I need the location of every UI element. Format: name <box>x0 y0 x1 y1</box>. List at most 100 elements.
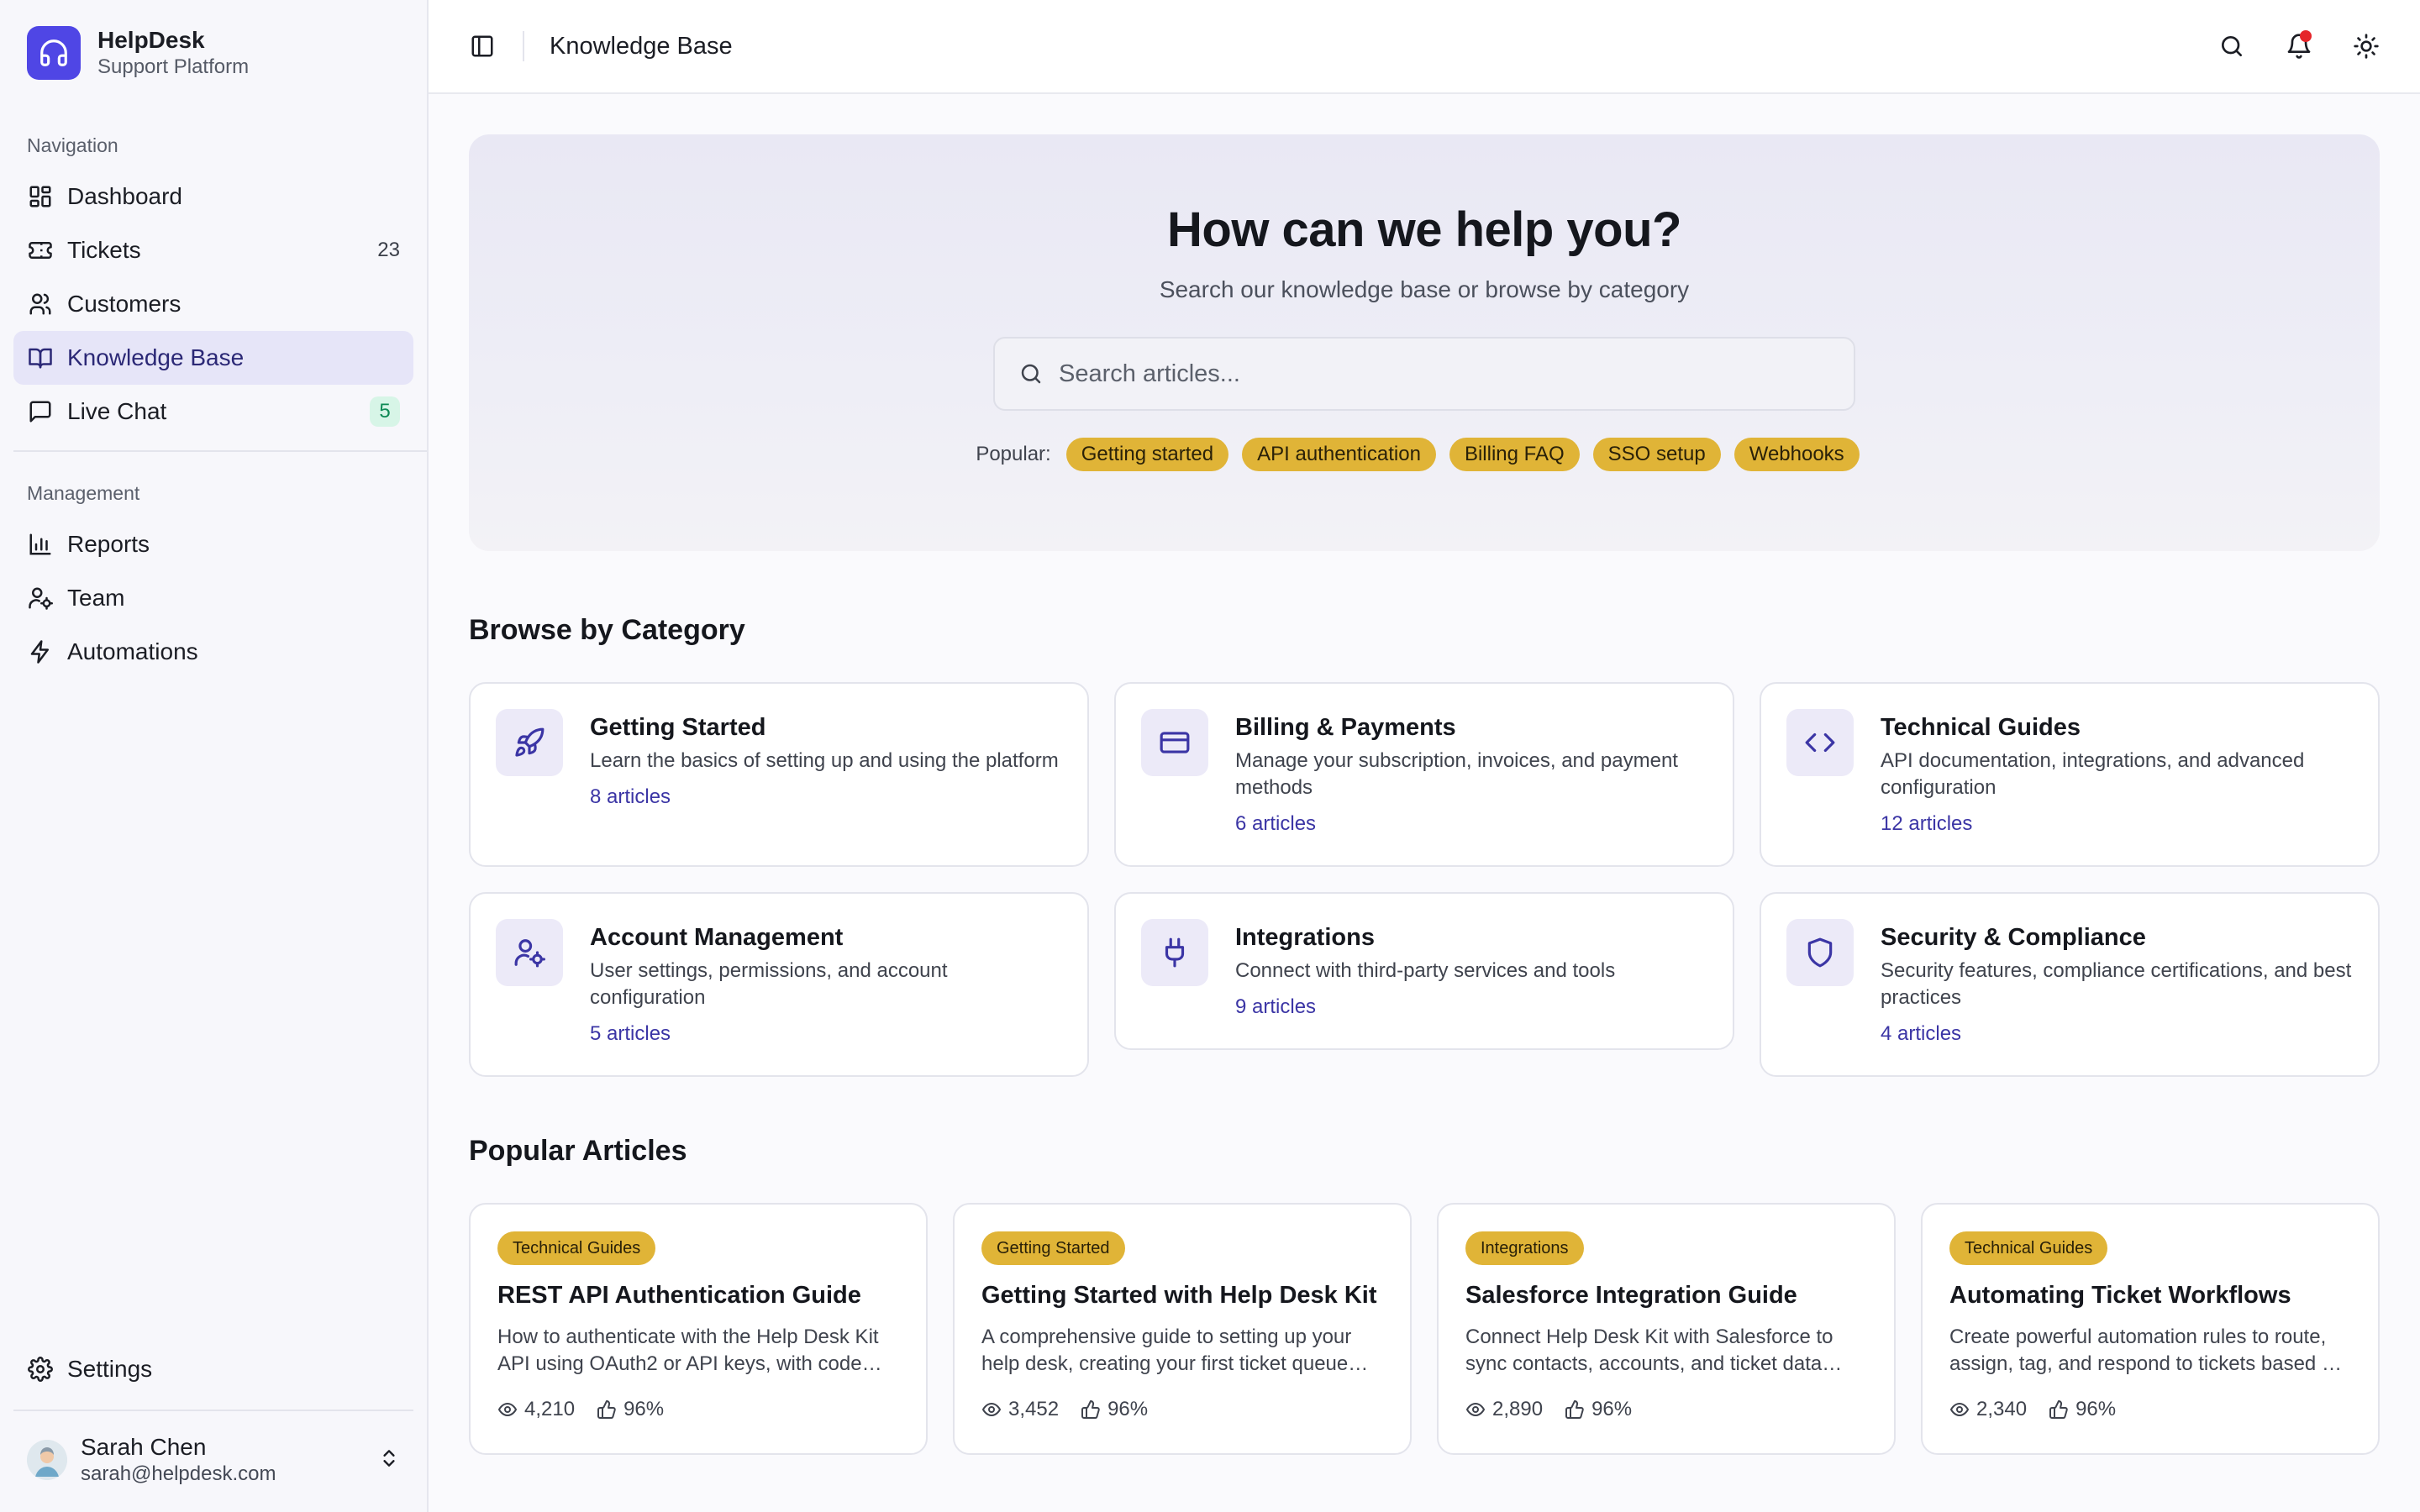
sidebar-item-dashboard[interactable]: Dashboard <box>13 170 413 223</box>
search-field[interactable] <box>993 337 1855 411</box>
user-settings-icon <box>27 585 54 612</box>
sidebar-item-settings[interactable]: Settings <box>13 1342 413 1396</box>
popular-chip[interactable]: SSO setup <box>1592 438 1721 471</box>
popular-chip[interactable]: Getting started <box>1065 438 1229 471</box>
users-icon <box>27 291 54 318</box>
thumbs-up-icon <box>597 1399 616 1419</box>
eye-icon <box>497 1402 518 1417</box>
sidebar-item-label: Knowledge Base <box>67 344 245 370</box>
lightning-icon <box>27 638 54 665</box>
notifications-button[interactable] <box>2275 23 2323 70</box>
category-card[interactable]: Account Management User settings, permis… <box>469 892 1089 1077</box>
helpful-rate: 96% <box>623 1398 665 1420</box>
nav-section-label: Navigation <box>27 134 118 156</box>
thumbs-up-icon <box>1081 1399 1100 1419</box>
article-excerpt: How to authenticate with the Help Desk K… <box>497 1326 879 1375</box>
shield-icon <box>1786 919 1854 986</box>
view-count: 2,890 <box>1492 1398 1544 1420</box>
popular-searches: Popular: Getting started API authenticat… <box>976 438 1872 471</box>
sidebar-item-label: Reports <box>67 531 150 557</box>
article-excerpt: Connect Help Desk Kit with Salesforce to… <box>1465 1326 1833 1375</box>
category-title: Technical Guides <box>1881 714 2081 741</box>
plug-icon <box>1141 919 1208 986</box>
live-chat-badge: 5 <box>370 396 400 427</box>
category-description: Security features, compliance certificat… <box>1881 959 2352 1009</box>
sidebar-item-label: Team <box>67 585 125 611</box>
category-description: API documentation, integrations, and adv… <box>1881 749 2305 799</box>
hero-subtitle: Search our knowledge base or browse by c… <box>1159 276 1690 302</box>
category-article-count: 5 articles <box>590 1022 671 1045</box>
article-card[interactable]: Technical Guides REST API Authentication… <box>469 1203 928 1455</box>
management-list: Reports Team Automations <box>0 517 427 679</box>
user-email: sarah@helpdesk.com <box>81 1462 276 1485</box>
section-title: Popular Articles <box>469 1135 687 1167</box>
category-card[interactable]: Security & Compliance Security features,… <box>1760 892 2380 1077</box>
view-count: 3,452 <box>1008 1398 1060 1420</box>
sidebar-item-label: Dashboard <box>67 183 182 209</box>
sidebar-item-tickets[interactable]: Tickets 23 <box>13 223 413 277</box>
article-excerpt: Create powerful automation rules to rout… <box>1949 1326 2344 1375</box>
hero-search-panel: How can we help you? Search our knowledg… <box>469 134 2380 551</box>
category-description: Connect with third-party services and to… <box>1235 959 1616 982</box>
nav-list: Dashboard Tickets 23 Customers Knowledge… <box>0 170 427 438</box>
category-grid: Getting Started Learn the basics of sett… <box>469 682 2380 1077</box>
avatar <box>27 1440 67 1480</box>
bar-chart-icon <box>27 531 54 558</box>
user-cog-icon <box>496 919 563 986</box>
sidebar-item-team[interactable]: Team <box>13 571 413 625</box>
credit-card-icon <box>1141 709 1208 776</box>
article-title: Salesforce Integration Guide <box>1465 1282 1797 1309</box>
category-card[interactable]: Technical Guides API documentation, inte… <box>1760 682 2380 867</box>
sidebar-item-label: Customers <box>67 291 182 317</box>
article-stats: 4,210 96% <box>497 1398 899 1421</box>
sidebar-item-live-chat[interactable]: Live Chat 5 <box>13 385 413 438</box>
article-stats: 2,340 96% <box>1949 1398 2351 1421</box>
user-menu[interactable]: Sarah Chen sarah@helpdesk.com <box>0 1411 427 1512</box>
thumbs-up-icon <box>2049 1399 2068 1419</box>
sidebar-toggle-button[interactable] <box>462 26 502 66</box>
main-content: Knowledge Base How can we help you? Sear… <box>429 0 2420 1512</box>
popular-chip[interactable]: Billing FAQ <box>1449 438 1580 471</box>
category-card[interactable]: Getting Started Learn the basics of sett… <box>469 682 1089 867</box>
eye-icon <box>981 1402 1002 1417</box>
sidebar-item-automations[interactable]: Automations <box>13 625 413 679</box>
article-title: REST API Authentication Guide <box>497 1282 861 1309</box>
search-icon <box>1021 364 1041 384</box>
sidebar-item-reports[interactable]: Reports <box>13 517 413 571</box>
category-card[interactable]: Billing & Payments Manage your subscript… <box>1114 682 1734 867</box>
category-article-count: 8 articles <box>590 785 671 808</box>
article-card[interactable]: Integrations Salesforce Integration Guid… <box>1437 1203 1896 1455</box>
headset-icon <box>27 26 81 80</box>
article-card[interactable]: Technical Guides Automating Ticket Workf… <box>1921 1203 2380 1455</box>
article-category-tag: Technical Guides <box>497 1231 656 1265</box>
theme-toggle-button[interactable] <box>2343 23 2390 70</box>
sidebar-item-label: Live Chat <box>67 398 167 424</box>
category-article-count: 12 articles <box>1881 812 1973 835</box>
gear-icon <box>27 1356 54 1383</box>
helpful-rate: 96% <box>1591 1398 1633 1420</box>
management-section: Management Reports Team Automations <box>0 480 427 679</box>
category-card[interactable]: Integrations Connect with third-party se… <box>1114 892 1734 1050</box>
helpful-rate: 96% <box>2075 1398 2117 1420</box>
eye-icon <box>1949 1402 1970 1417</box>
sidebar-item-customers[interactable]: Customers <box>13 277 413 331</box>
sidebar: HelpDesk Support Platform Navigation Das… <box>0 0 429 1512</box>
search-icon <box>2222 36 2242 56</box>
category-article-count: 6 articles <box>1235 812 1317 835</box>
popular-chip[interactable]: Webhooks <box>1733 438 1860 471</box>
brand[interactable]: HelpDesk Support Platform <box>0 0 427 81</box>
sidebar-item-label: Settings <box>67 1356 153 1382</box>
category-description: Learn the basics of setting up and using… <box>590 749 1059 772</box>
category-title: Integrations <box>1235 924 1375 951</box>
hero-title: How can we help you? <box>1167 202 1681 257</box>
popular-chip[interactable]: API authentication <box>1242 438 1436 471</box>
category-title: Account Management <box>590 924 844 951</box>
book-icon <box>27 344 54 371</box>
sidebar-item-knowledge-base[interactable]: Knowledge Base <box>13 331 413 385</box>
article-card[interactable]: Getting Started Getting Started with Hel… <box>953 1203 1412 1455</box>
section-title: Browse by Category <box>469 614 745 646</box>
search-button[interactable] <box>2208 23 2255 70</box>
chevrons-up-down-icon <box>378 1447 400 1473</box>
article-excerpt: A comprehensive guide to setting up your… <box>981 1326 1352 1375</box>
search-input[interactable] <box>1059 360 1830 388</box>
